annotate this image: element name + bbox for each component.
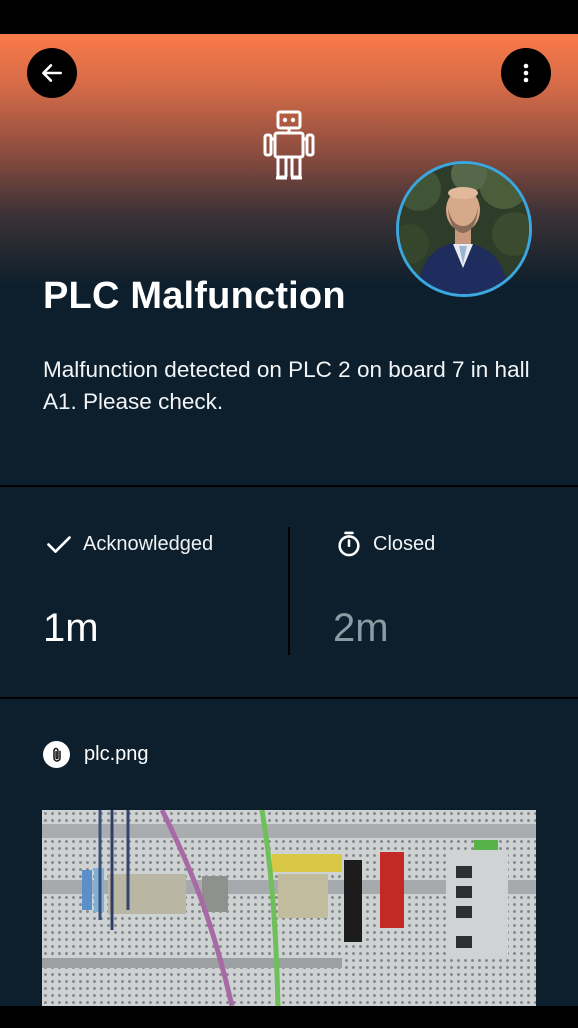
status-bar <box>0 0 578 34</box>
more-options-button[interactable] <box>501 48 551 98</box>
closed-label: Closed <box>335 530 435 558</box>
navigation-bar <box>0 1006 578 1028</box>
back-button[interactable] <box>27 48 77 98</box>
incident-title: PLC Malfunction <box>43 275 346 317</box>
attachment-link[interactable]: plc.png <box>43 741 149 768</box>
acknowledged-time: 1m <box>43 606 99 650</box>
incident-detail-screen: PLC Malfunction Malfunction detected on … <box>0 34 578 1006</box>
closed-time: 2m <box>333 606 389 650</box>
acknowledged-label-text: Acknowledged <box>83 532 214 555</box>
attachment-preview-image[interactable] <box>42 810 536 1006</box>
assignee-avatar[interactable] <box>396 161 532 297</box>
stopwatch-icon <box>338 531 360 557</box>
section-divider <box>0 485 578 487</box>
robot-icon <box>263 110 315 180</box>
paperclip-icon <box>43 741 70 768</box>
arrow-left-icon <box>42 64 62 82</box>
more-vertical-icon <box>523 63 529 83</box>
stats-divider <box>288 527 290 655</box>
check-icon <box>47 536 71 553</box>
closed-label-text: Closed <box>373 532 436 555</box>
avatar-photo <box>399 164 529 294</box>
incident-description: Malfunction detected on PLC 2 on board 7… <box>43 357 530 414</box>
attachment-filename: plc.png <box>84 743 149 765</box>
section-divider <box>0 697 578 699</box>
acknowledged-label: Acknowledged <box>45 530 213 558</box>
